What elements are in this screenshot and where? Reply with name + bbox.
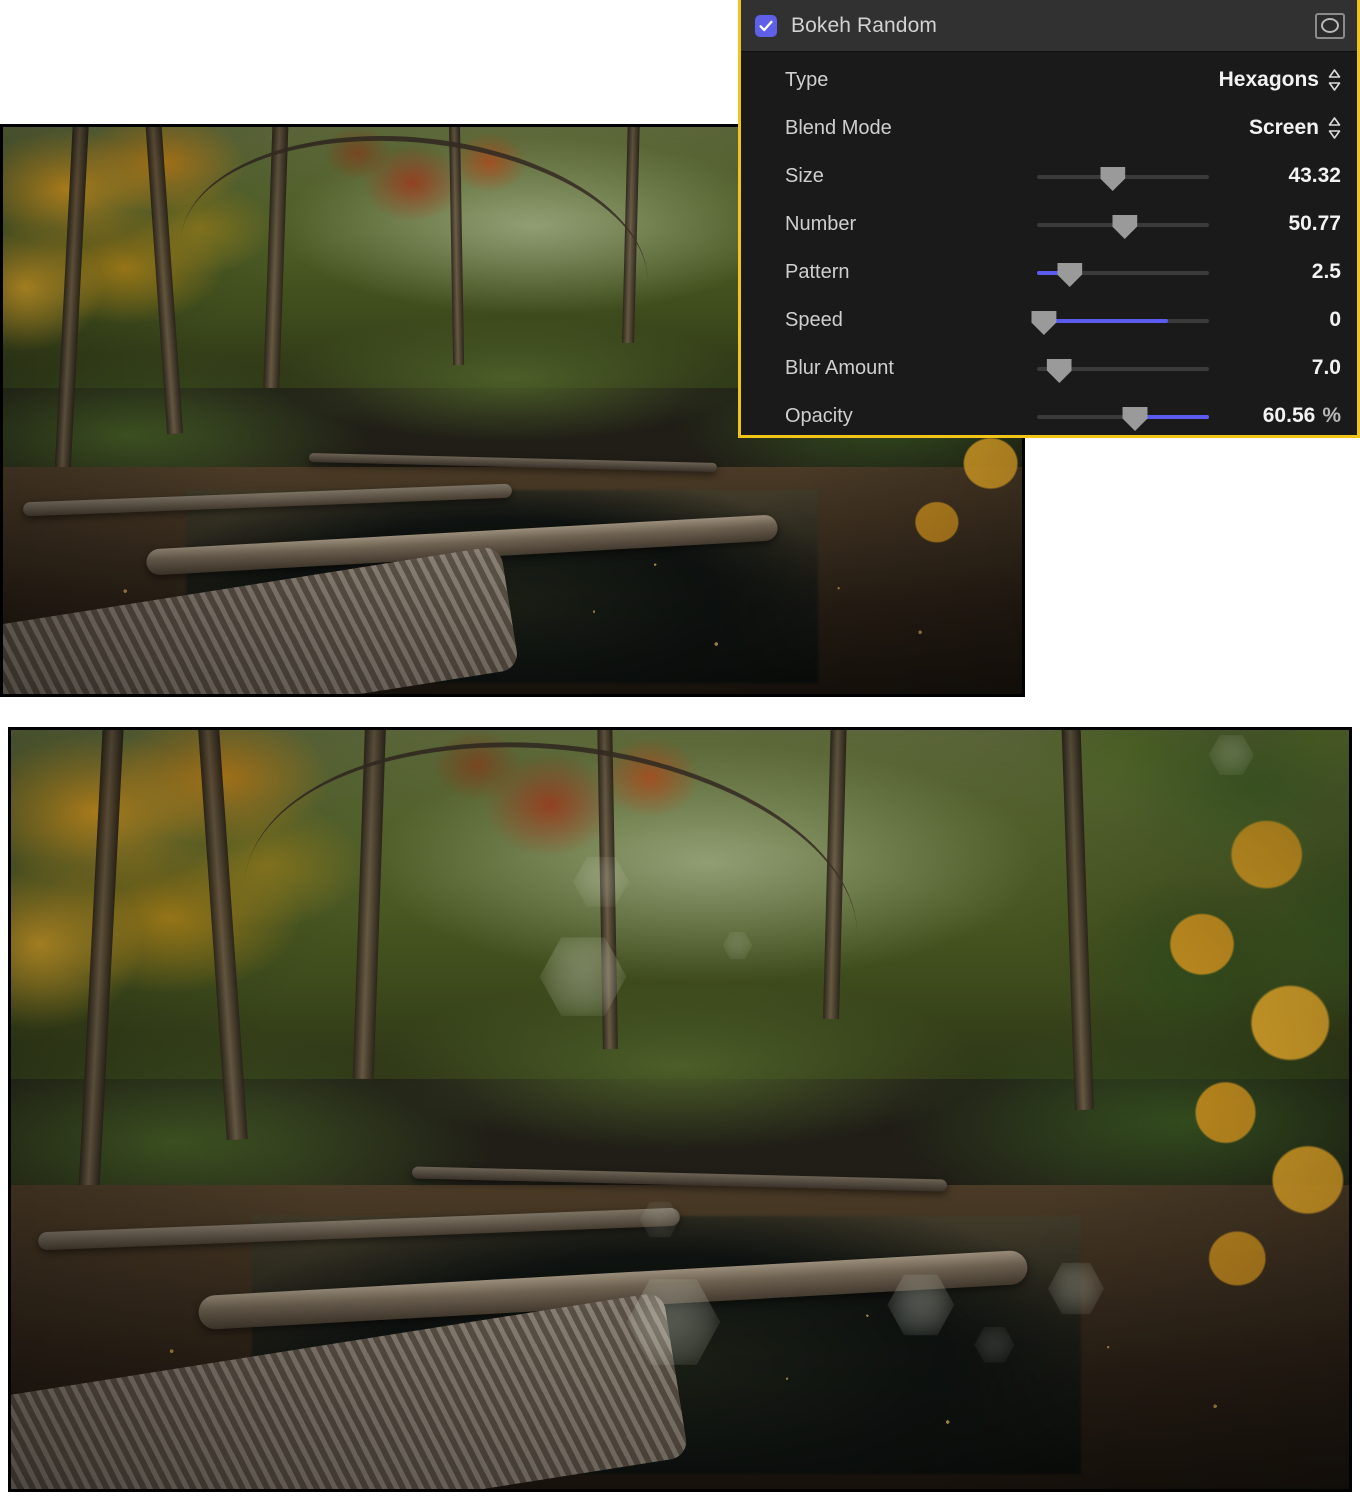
slider-fill-speed [1045,319,1168,323]
slider-knob-opacity[interactable] [1122,407,1148,431]
chevron-updown-icon[interactable] [1328,116,1341,140]
slider-knob-pattern[interactable] [1057,263,1083,287]
param-label-opacity: Opacity [785,404,853,427]
param-label-blend-mode: Blend Mode [785,116,892,139]
param-control-blur-amount: 7.0 [1037,351,1341,385]
param-value-number[interactable]: 50.77 [1233,212,1341,236]
scene-vignette [11,730,1349,1489]
param-label-size: Size [785,164,824,187]
param-row-speed: Speed 0 [741,296,1357,344]
param-number-number: 50.77 [1288,212,1341,235]
param-row-opacity: Opacity 60.56% [741,392,1357,435]
param-label-type: Type [785,68,829,91]
param-number-blur-amount: 7.0 [1311,356,1341,379]
param-number-opacity: 60.56 [1262,404,1316,427]
param-value-opacity[interactable]: 60.56% [1233,404,1341,428]
panel-title: Bokeh Random [791,13,937,37]
slider-knob-speed[interactable] [1031,311,1057,335]
bokeh-random-inspector-panel: Bokeh Random Type Hexagons Blend Mode Scree… [738,0,1360,438]
slider-number[interactable] [1037,207,1209,241]
chevron-updown-icon[interactable] [1328,68,1341,92]
popup-menu-blend-mode[interactable]: Screen [1249,116,1341,140]
screen-root: Bokeh Random Type Hexagons Blend Mode Scree… [0,0,1360,1500]
param-control-blend-mode: Screen [1249,116,1341,140]
panel-header: Bokeh Random [741,0,1357,52]
forest-scene-result [11,730,1349,1489]
param-control-pattern: 2.5 [1037,255,1341,289]
param-unit-opacity: % [1322,404,1341,427]
slider-size[interactable] [1037,159,1209,193]
param-label-number: Number [785,212,857,235]
param-control-opacity: 60.56% [1037,399,1341,433]
param-number-pattern: 2.5 [1311,260,1341,283]
param-control-speed: 0 [1031,303,1341,337]
slider-knob-size[interactable] [1100,167,1126,191]
param-row-number: Number 50.77 [741,200,1357,248]
param-value-blur-amount[interactable]: 7.0 [1233,356,1341,380]
param-number-size: 43.32 [1288,164,1341,187]
bokeh-render-preview[interactable] [8,727,1352,1492]
slider-opacity[interactable] [1037,399,1209,433]
param-label-pattern: Pattern [785,260,850,283]
param-row-size: Size 43.32 [741,152,1357,200]
slider-fill-opacity [1138,415,1209,419]
checkmark-icon [759,20,773,31]
param-value-speed[interactable]: 0 [1233,308,1341,332]
param-number-speed: 0 [1329,308,1341,331]
param-row-pattern: Pattern 2.5 [741,248,1357,296]
popup-value-type: Hexagons [1218,68,1319,91]
slider-speed[interactable] [1031,303,1209,337]
param-control-type: Hexagons [1219,68,1341,92]
param-row-blend-mode: Blend Mode Screen [741,104,1357,152]
param-label-speed: Speed [785,308,843,331]
popup-value-blend-mode: Screen [1248,116,1319,139]
param-control-number: 50.77 [1037,207,1341,241]
param-row-type: Type Hexagons [741,56,1357,104]
popup-menu-type[interactable]: Hexagons [1219,68,1341,92]
enable-checkbox[interactable] [755,14,777,37]
ellipse-mask-icon[interactable] [1315,12,1345,39]
param-label-blur-amount: Blur Amount [785,356,894,379]
slider-pattern[interactable] [1037,255,1209,289]
param-value-size[interactable]: 43.32 [1233,164,1341,188]
ellipse-glyph [1321,18,1339,33]
param-row-blur-amount: Blur Amount 7.0 [741,344,1357,392]
param-control-size: 43.32 [1037,159,1341,193]
slider-blur-amount[interactable] [1037,351,1209,385]
slider-knob-number[interactable] [1112,215,1138,239]
param-value-pattern[interactable]: 2.5 [1233,260,1341,284]
slider-knob-blur-amount[interactable] [1046,359,1072,383]
parameter-rows: Type Hexagons Blend Mode Screen Size 43.32 Num… [741,52,1357,435]
